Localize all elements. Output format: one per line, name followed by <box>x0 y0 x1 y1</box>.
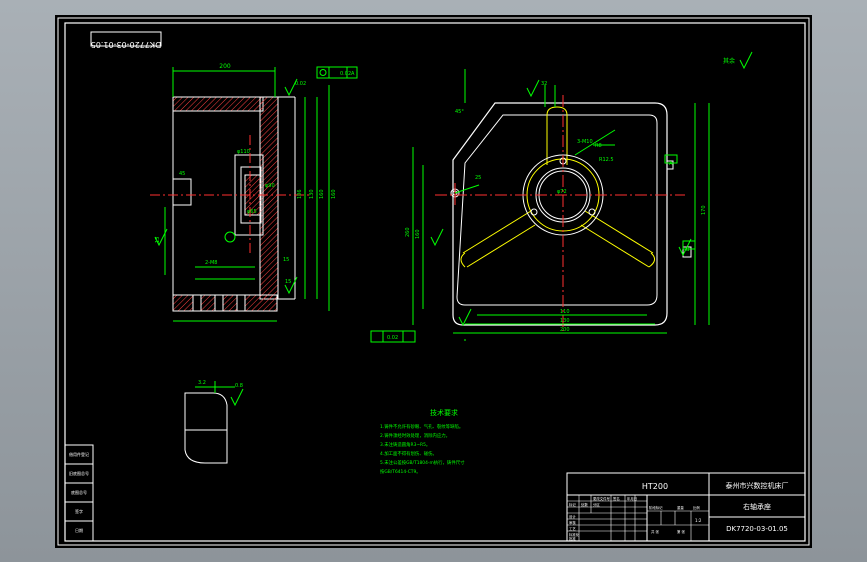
tech-note-3: 3.未注铸造圆角R3~R5。 <box>380 441 430 448</box>
dim-l-d3: 106 <box>297 189 303 199</box>
tech-note-6: 按GB/T6414-CT9。 <box>380 468 421 475</box>
drawing-svg: DK7720-03-01.05 200 0.02 0.02 A 160 45 1… <box>57 17 810 546</box>
title-lbl-1: 标记 <box>569 502 576 507</box>
title-lbl-14: 比例 <box>693 505 700 510</box>
tech-title: 技术要求 <box>430 408 458 417</box>
dim-r-tol: 0.02 <box>387 335 398 341</box>
dim-l-b: 13 <box>155 237 161 243</box>
dim-l-c: 15 <box>283 257 289 263</box>
dim-r-datum-a: A <box>669 161 673 167</box>
dim-l-datum: A <box>351 71 355 77</box>
dim-r-r2: R12.5 <box>599 157 614 163</box>
dim-l-height: 160 <box>319 189 325 199</box>
dim-l-tol2: 0.02 <box>340 71 351 77</box>
title-lbl-3: 分区 <box>593 502 600 507</box>
dim-r-h3: 170 <box>701 205 707 215</box>
dim-l-d4: 130 <box>309 189 315 199</box>
title-lbl-7: 设计 <box>569 514 576 519</box>
margin-row-2: 旧底图总号 <box>69 470 89 476</box>
title-lbl-12: 阶段标记 <box>649 505 663 510</box>
title-block: 标记 处数 分区 更改文件号 签名 年月日 设计 审核 工艺 标准化 批准 阶段… <box>566 472 806 542</box>
dim-r-h2: 160 <box>415 229 421 239</box>
detail-dim-1: 3.2 <box>198 380 206 386</box>
dim-l-thread: 2-M8 <box>205 260 217 266</box>
tech-note-5: 5.未注公差按GB/T1804-m执行，铸件尺寸 <box>380 459 465 466</box>
title-lbl-9: 工艺 <box>569 526 576 531</box>
scale-value: 1:2 <box>695 518 702 523</box>
dim-r-height: 260 <box>405 227 411 237</box>
dim-r-w1: 110 <box>560 309 570 315</box>
technical-notes: 技术要求 1.铸件不允许有砂眼、气孔、裂纹等缺陷。 2.铸件须经时效处理，消除内… <box>380 408 465 475</box>
title-lbl-15: 共 张 <box>651 529 659 534</box>
dim-r-radius: R8 <box>595 143 602 149</box>
material: HT200 <box>642 482 668 491</box>
dim-r-datum-b: B <box>686 247 690 253</box>
title-lbl-13: 重量 <box>677 505 684 510</box>
part-name: 右轴承座 <box>743 502 771 511</box>
title-lbl-16: 第 张 <box>677 529 685 534</box>
title-lbl-11: 批准 <box>569 536 576 541</box>
tech-note-4: 4.加工面不得有划伤、碰伤。 <box>380 450 437 457</box>
dim-l-tol1: 0.02 <box>295 81 306 87</box>
dim-r-top: 32 <box>541 81 547 87</box>
rotated-code: DK7720-03-01.05 <box>91 40 162 49</box>
left-dimension-labels: 200 0.02 0.02 A 160 45 13 15 2-M8 φ110 φ… <box>155 63 355 285</box>
cad-viewport[interactable]: DK7720-03-01.05 200 0.02 0.02 A 160 45 1… <box>0 0 867 562</box>
section-view-left <box>150 66 358 322</box>
title-lbl-5: 签名 <box>613 496 620 501</box>
title-lbl-8: 审核 <box>569 520 576 525</box>
dim-l-d6: φ65 <box>247 209 257 215</box>
drawing-code: DK7720-03-01.05 <box>726 525 788 533</box>
detail-view: 3.2 0.8 <box>184 380 244 464</box>
margin-row-3: 底图总号 <box>71 489 87 495</box>
rotated-code-box: DK7720-03-01.05 <box>90 31 162 49</box>
title-lbl-4: 更改文件号 <box>593 496 611 501</box>
dim-r-bore: φ72 <box>557 189 567 195</box>
dim-r-a: 25 <box>475 175 481 181</box>
roughness-note: 其余 <box>723 57 735 65</box>
plan-view-right <box>370 51 753 343</box>
dim-r-angle: 45° <box>455 109 464 115</box>
title-lbl-6: 年月日 <box>627 496 637 501</box>
margin-row-1: 借用件登记 <box>69 451 89 457</box>
margin-row-5: 日期 <box>75 527 83 533</box>
drawing-sheet: DK7720-03-01.05 200 0.02 0.02 A 160 45 1… <box>55 15 812 548</box>
tech-note-2: 2.铸件须经时效处理，消除内应力。 <box>380 432 450 439</box>
dim-l-a: 45 <box>179 171 185 177</box>
left-margin-table: 借用件登记 旧底图总号 底图总号 签字 日期 <box>64 444 94 542</box>
detail-dim-2: 0.8 <box>235 383 243 389</box>
right-dimension-labels: 45° R8 3-M10 R12.5 25 φ72 260 160 110 0.… <box>387 57 735 341</box>
dim-l-d2: φ90 <box>265 183 275 189</box>
tech-note-1: 1.铸件不允许有砂眼、气孔、裂纹等缺陷。 <box>380 423 463 430</box>
dim-l-width: 200 <box>219 63 231 70</box>
title-lbl-2: 处数 <box>581 502 588 507</box>
dim-r-w2: 130 <box>560 318 570 324</box>
margin-row-4: 签字 <box>75 508 83 514</box>
dim-l-d5: 160 <box>331 189 337 199</box>
dim-l-d1: φ110 <box>237 149 250 155</box>
dim-r-thread: 3-M10 <box>577 139 593 145</box>
company-name: 泰州市兴数控机床厂 <box>726 481 789 490</box>
dim-l-d7: 15 <box>285 279 291 285</box>
dim-r-w3: 200 <box>560 327 570 333</box>
